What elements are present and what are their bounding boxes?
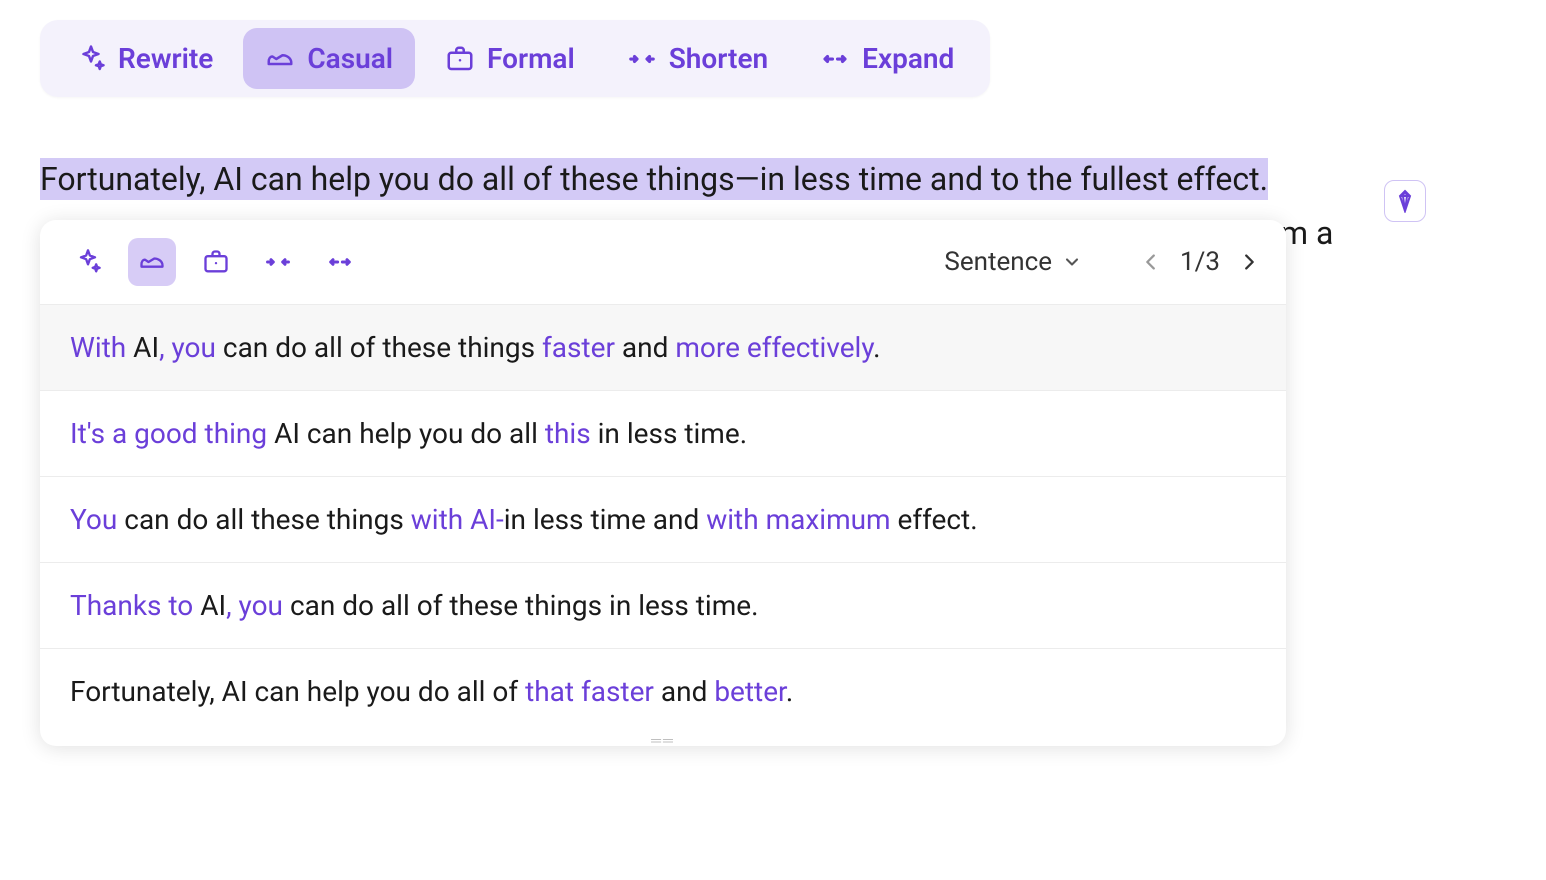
changed-text: Thanks to [70, 589, 193, 622]
panel-expand-button[interactable] [318, 240, 362, 284]
changed-text: better [714, 675, 786, 708]
changed-text: , you [226, 589, 283, 622]
changed-text: with maximum [706, 503, 890, 536]
assistant-float-button[interactable] [1384, 180, 1426, 222]
rewrite-label: Rewrite [118, 42, 213, 75]
panel-shorten-button[interactable] [256, 240, 300, 284]
prev-page-button[interactable] [1140, 251, 1162, 273]
suggestion-item[interactable]: With AI, you can do all of these things … [40, 305, 1286, 391]
changed-text: this [545, 417, 591, 450]
diamond-icon [1393, 189, 1417, 213]
briefcase-icon [445, 44, 475, 74]
suggestion-item[interactable]: Fortunately, AI can help you do all of t… [40, 649, 1286, 734]
resize-handle[interactable]: ══ [40, 734, 1286, 746]
panel-casual-button[interactable] [128, 238, 176, 286]
unchanged-text: Fortunately, AI can help you do all of [70, 675, 525, 708]
unchanged-text: . [786, 675, 793, 708]
chevron-down-icon [1062, 252, 1082, 272]
formal-button[interactable]: Formal [423, 28, 597, 89]
shoe-icon [265, 44, 295, 74]
expand-label: Expand [862, 42, 954, 75]
unchanged-text: in less time and [504, 503, 706, 536]
unchanged-text: AI [193, 589, 226, 622]
rewrite-button[interactable]: Rewrite [54, 28, 235, 89]
changed-text: faster [542, 331, 615, 364]
unchanged-text: AI can help you do all [267, 417, 545, 450]
changed-text: that faster [525, 675, 654, 708]
shorten-label: Shorten [669, 42, 768, 75]
changed-text: With [70, 331, 126, 364]
expand-button[interactable]: Expand [798, 28, 976, 89]
scope-selector[interactable]: Sentence [944, 247, 1082, 277]
unchanged-text: effect. [891, 503, 978, 536]
shorten-button[interactable]: Shorten [605, 28, 790, 89]
expand-icon [820, 44, 850, 74]
unchanged-text: in less time. [591, 417, 747, 450]
panel-rewrite-button[interactable] [66, 240, 110, 284]
unchanged-text: and [615, 331, 675, 364]
shorten-icon [627, 44, 657, 74]
panel-formal-button[interactable] [194, 240, 238, 284]
selected-sentence[interactable]: Fortunately, AI can help you do all of t… [40, 160, 1268, 198]
unchanged-text: can do all these things [117, 503, 410, 536]
unchanged-text: . [873, 331, 880, 364]
changed-text: , you [159, 331, 216, 364]
sparkle-icon [76, 44, 106, 74]
highlighted-text: Fortunately, AI can help you do all of t… [40, 158, 1268, 200]
trailing-text: m a [1280, 214, 1333, 252]
unchanged-text: can do all of these things [216, 331, 542, 364]
unchanged-text: AI [126, 331, 159, 364]
page-indicator: 1/3 [1180, 247, 1220, 277]
casual-label: Casual [307, 42, 393, 75]
next-page-button[interactable] [1238, 251, 1260, 273]
changed-text: more effectively [675, 331, 873, 364]
suggestion-item[interactable]: You can do all these things with AI-in l… [40, 477, 1286, 563]
suggestions-panel: Sentence 1/3 With AI, you can do all of … [40, 220, 1286, 746]
pagination: 1/3 [1140, 247, 1260, 277]
panel-header: Sentence 1/3 [40, 220, 1286, 305]
changed-text: It's a good thing [70, 417, 267, 450]
changed-text: You [70, 503, 117, 536]
formal-label: Formal [487, 42, 575, 75]
rewrite-toolbar: Rewrite Casual Formal Shorten Expand [40, 20, 990, 97]
scope-label: Sentence [944, 247, 1052, 277]
suggestion-item[interactable]: It's a good thing AI can help you do all… [40, 391, 1286, 477]
suggestion-item[interactable]: Thanks to AI, you can do all of these th… [40, 563, 1286, 649]
changed-text: with AI- [411, 503, 504, 536]
casual-button[interactable]: Casual [243, 28, 415, 89]
unchanged-text: and [654, 675, 714, 708]
unchanged-text: can do all of these things in less time. [283, 589, 759, 622]
